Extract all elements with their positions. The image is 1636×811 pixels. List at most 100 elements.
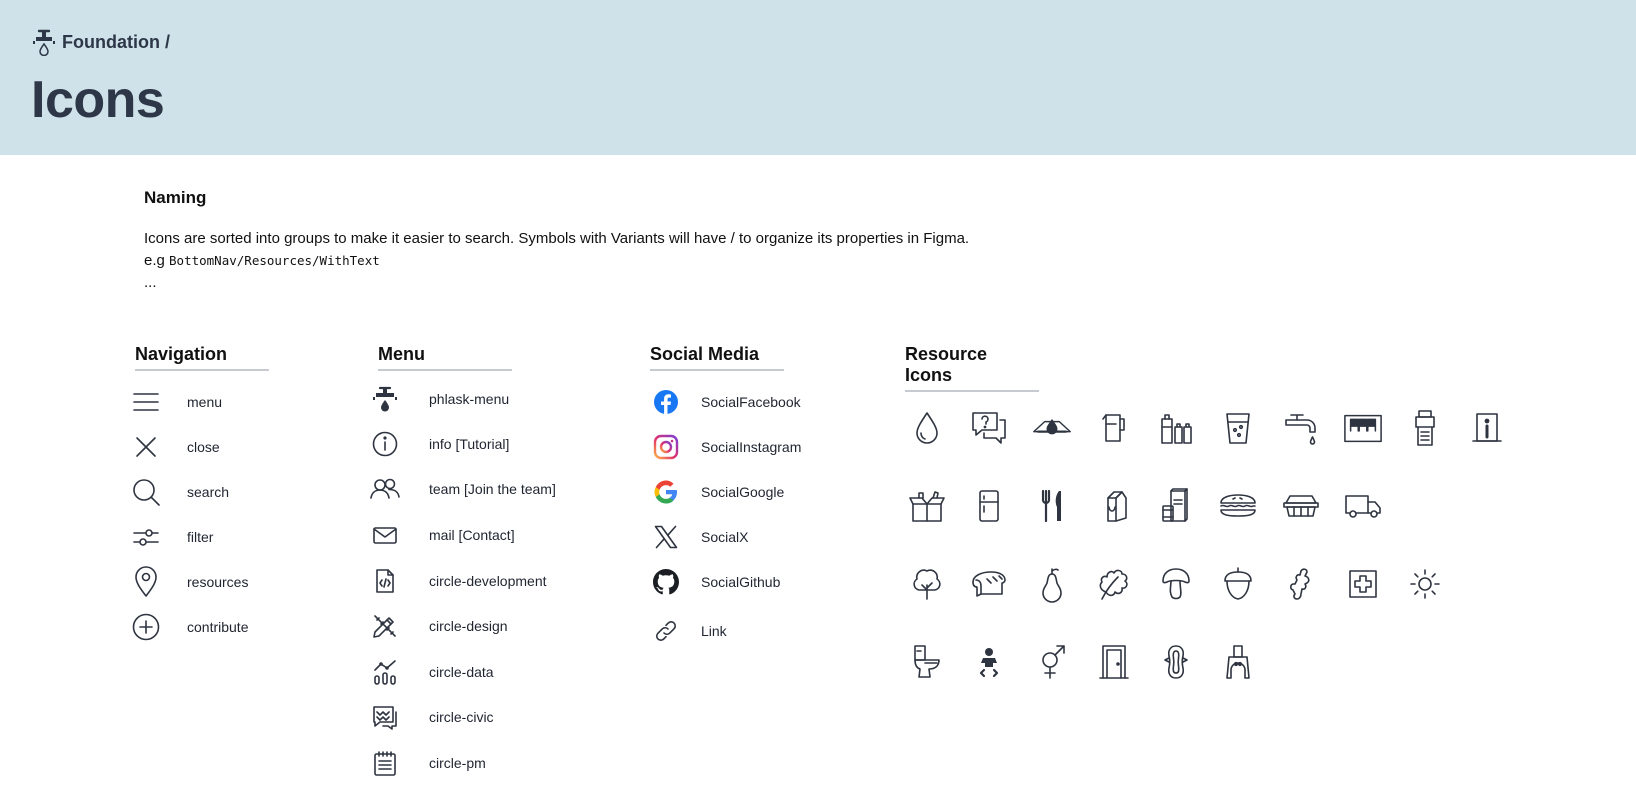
drinking-glass-icon[interactable] [1218, 408, 1258, 448]
naming-example: e.g BottomNav/Resources/WithText [144, 250, 1444, 272]
info-icon [367, 428, 403, 460]
sandwich-icon[interactable] [1218, 486, 1258, 526]
water-dispenser-icon[interactable] [1405, 408, 1445, 448]
social-section-title: Social Media [650, 344, 784, 371]
github-icon [648, 566, 684, 598]
menu-section-title: Menu [378, 344, 512, 371]
water-surface-icon[interactable] [1032, 408, 1072, 448]
sun-icon[interactable] [1405, 564, 1445, 604]
naming-description: Icons are sorted into groups to make it … [144, 230, 970, 247]
hand-dryer-icon[interactable] [1218, 642, 1258, 682]
menu-item-info[interactable]: info [Tutorial] [367, 428, 509, 460]
nav-label: resources [187, 574, 249, 590]
faucet-icon [367, 383, 403, 415]
data-chart-icon [367, 656, 403, 688]
info-kiosk-icon[interactable] [1467, 408, 1507, 448]
nav-label: contribute [187, 619, 249, 635]
tree-icon[interactable] [907, 564, 947, 604]
page-header: Foundation / Icons [0, 0, 1636, 155]
canned-goods-icon[interactable] [1156, 486, 1196, 526]
social-item-google[interactable]: SocialGoogle [648, 476, 784, 508]
nav-label: filter [187, 529, 214, 545]
naming-section: Naming Icons are sorted into groups to m… [144, 188, 1444, 294]
code-file-icon [367, 565, 403, 597]
location-pin-icon [128, 566, 164, 598]
mushroom-icon[interactable] [1156, 564, 1196, 604]
lunch-box-icon[interactable] [1281, 486, 1321, 526]
social-label: SocialGoogle [701, 484, 785, 500]
gender-symbol-icon[interactable] [1032, 642, 1072, 682]
menu-item-mail[interactable]: mail [Contact] [367, 519, 515, 551]
social-item-facebook[interactable]: SocialFacebook [648, 386, 801, 418]
door-icon[interactable] [1094, 642, 1134, 682]
social-label: SocialX [701, 529, 749, 545]
pitcher-icon[interactable] [1094, 408, 1134, 448]
faq-chat-icon[interactable] [969, 408, 1009, 448]
breadcrumb-text[interactable]: Foundation / [62, 32, 170, 53]
breadcrumb[interactable]: Foundation / [32, 28, 170, 56]
delivery-truck-icon[interactable] [1343, 486, 1383, 526]
herb-leaf-icon[interactable] [1094, 564, 1134, 604]
menu-label: team [Join the team] [429, 481, 556, 497]
menu-item-circle-data[interactable]: circle-data [367, 656, 494, 688]
menu-item-circle-pm[interactable]: circle-pm [367, 747, 486, 779]
example-code: BottomNav/Resources/WithText [169, 253, 380, 268]
pencil-ruler-icon [367, 610, 403, 642]
menu-item-circle-civic[interactable]: circle-civic [367, 701, 494, 733]
nav-item-filter[interactable]: filter [128, 521, 213, 553]
mail-icon [367, 519, 403, 551]
hamburger-icon [128, 386, 164, 418]
menu-item-phlask-menu[interactable]: phlask-menu [367, 383, 509, 415]
menu-item-circle-development[interactable]: circle-development [367, 565, 547, 597]
search-icon [128, 476, 164, 508]
sanitary-pad-icon[interactable] [1156, 642, 1196, 682]
social-label: SocialGithub [701, 574, 781, 590]
nav-label: close [187, 439, 220, 455]
menu-item-circle-design[interactable]: circle-design [367, 610, 508, 642]
milk-carton-icon[interactable] [1094, 486, 1134, 526]
nav-item-search[interactable]: search [128, 476, 229, 508]
toilet-icon[interactable] [907, 642, 947, 682]
baby-changing-icon[interactable] [969, 642, 1009, 682]
faucet-logo-icon [32, 28, 56, 56]
plus-circle-icon [128, 611, 164, 643]
nav-item-close[interactable]: close [128, 431, 220, 463]
instagram-icon [648, 431, 684, 463]
social-item-x[interactable]: SocialX [648, 521, 748, 553]
refrigerator-icon[interactable] [969, 486, 1009, 526]
x-icon [648, 521, 684, 553]
bread-loaf-icon[interactable] [969, 564, 1009, 604]
water-drop-icon[interactable] [907, 408, 947, 448]
menu-item-team[interactable]: team [Join the team] [367, 473, 556, 505]
close-icon [128, 431, 164, 463]
water-cooler-bottles-icon[interactable] [1156, 408, 1196, 448]
social-item-instagram[interactable]: SocialInstagram [648, 431, 801, 463]
vending-machine-icon[interactable] [1343, 408, 1383, 448]
menu-label: circle-pm [429, 755, 486, 771]
nav-item-contribute[interactable]: contribute [128, 611, 248, 643]
first-aid-icon[interactable] [1343, 564, 1383, 604]
naming-heading: Naming [144, 188, 207, 207]
nav-label: menu [187, 394, 223, 410]
nav-item-menu[interactable]: menu [128, 386, 222, 418]
nav-item-resources[interactable]: resources [128, 566, 248, 598]
civic-chat-icon [367, 701, 403, 733]
menu-label: phlask-menu [429, 391, 510, 407]
social-label: SocialInstagram [701, 439, 802, 455]
pear-icon[interactable] [1032, 564, 1072, 604]
social-label: SocialFacebook [701, 394, 801, 410]
link-icon [648, 615, 684, 647]
resource-section-title: Resource Icons [905, 344, 1039, 392]
food-box-icon[interactable] [907, 486, 947, 526]
menu-label: circle-civic [429, 709, 494, 725]
social-item-link[interactable]: Link [648, 615, 727, 647]
social-item-github[interactable]: SocialGithub [648, 566, 780, 598]
ginger-root-icon[interactable] [1281, 564, 1321, 604]
menu-label: circle-development [429, 573, 547, 589]
menu-label: mail [Contact] [429, 527, 515, 543]
fork-knife-icon[interactable] [1032, 486, 1072, 526]
acorn-icon[interactable] [1218, 564, 1258, 604]
menu-label: info [Tutorial] [429, 436, 510, 452]
naming-ellipsis: ... [144, 274, 157, 291]
tap-faucet-icon[interactable] [1281, 408, 1321, 448]
